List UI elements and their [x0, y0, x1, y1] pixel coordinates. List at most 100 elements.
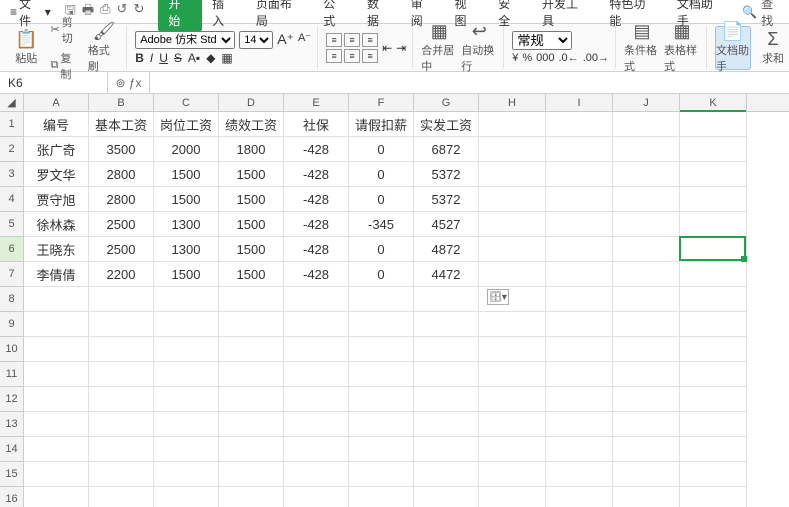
- italic-button[interactable]: I: [150, 51, 153, 65]
- row-header-16[interactable]: 16: [0, 487, 23, 507]
- cell[interactable]: 1500: [154, 187, 219, 212]
- cell[interactable]: [219, 487, 284, 507]
- cond-format-button[interactable]: ▤ 条件格式: [624, 26, 660, 70]
- cell[interactable]: [24, 362, 89, 387]
- cell[interactable]: 徐林森: [24, 212, 89, 237]
- comma-icon[interactable]: 000: [536, 52, 554, 64]
- cell[interactable]: [414, 462, 479, 487]
- cell[interactable]: [284, 412, 349, 437]
- row-header-5[interactable]: 5: [0, 212, 23, 237]
- cell[interactable]: [349, 412, 414, 437]
- number-format-select[interactable]: 常规: [512, 31, 572, 50]
- cell[interactable]: [414, 387, 479, 412]
- cell[interactable]: [154, 387, 219, 412]
- cell[interactable]: [349, 337, 414, 362]
- percent-icon[interactable]: %: [522, 52, 532, 64]
- cell[interactable]: 1500: [219, 187, 284, 212]
- cell[interactable]: -345: [349, 212, 414, 237]
- cell[interactable]: [680, 337, 747, 362]
- row-header-9[interactable]: 9: [0, 312, 23, 337]
- cell[interactable]: -428: [284, 212, 349, 237]
- cell[interactable]: [219, 362, 284, 387]
- cell[interactable]: 2800: [89, 162, 154, 187]
- col-header-D[interactable]: D: [219, 94, 284, 111]
- cell[interactable]: [154, 287, 219, 312]
- cell[interactable]: 2500: [89, 237, 154, 262]
- increase-font-icon[interactable]: A⁺: [277, 31, 294, 49]
- cell[interactable]: [613, 387, 680, 412]
- cell[interactable]: [546, 237, 613, 262]
- cell[interactable]: [680, 312, 747, 337]
- col-header-E[interactable]: E: [284, 94, 349, 111]
- cell[interactable]: [284, 387, 349, 412]
- cell[interactable]: 4472: [414, 262, 479, 287]
- font-name-select[interactable]: Adobe 仿宋 Std R: [135, 31, 235, 49]
- grid[interactable]: ABCDEFGHIJK 编号基本工资岗位工资绩效工资社保请假扣薪实发工资张广奇3…: [24, 94, 789, 507]
- cell[interactable]: [479, 362, 546, 387]
- col-header-H[interactable]: H: [479, 94, 546, 111]
- align-bottom-right[interactable]: ≡: [362, 49, 378, 63]
- cell[interactable]: [613, 162, 680, 187]
- cell[interactable]: [154, 312, 219, 337]
- cell[interactable]: [680, 412, 747, 437]
- cell[interactable]: [546, 212, 613, 237]
- cell[interactable]: [479, 112, 546, 137]
- paste-button[interactable]: 📋 粘贴: [10, 26, 43, 70]
- cell[interactable]: [546, 437, 613, 462]
- cell[interactable]: 岗位工资: [154, 112, 219, 137]
- cell[interactable]: [613, 212, 680, 237]
- row-header-3[interactable]: 3: [0, 162, 23, 187]
- cell[interactable]: 1500: [219, 237, 284, 262]
- cell[interactable]: [89, 287, 154, 312]
- preview-icon[interactable]: ⎙: [100, 1, 110, 23]
- cell[interactable]: 1500: [154, 162, 219, 187]
- cell[interactable]: [414, 287, 479, 312]
- cell[interactable]: 0: [349, 137, 414, 162]
- cell[interactable]: [154, 437, 219, 462]
- cell[interactable]: [680, 212, 747, 237]
- select-all-corner[interactable]: ◢: [0, 94, 23, 112]
- cell[interactable]: [546, 387, 613, 412]
- cell[interactable]: [479, 462, 546, 487]
- cell[interactable]: [546, 287, 613, 312]
- cell[interactable]: 0: [349, 187, 414, 212]
- cell[interactable]: [546, 187, 613, 212]
- cell[interactable]: 5372: [414, 187, 479, 212]
- cell[interactable]: [284, 437, 349, 462]
- cell[interactable]: [89, 387, 154, 412]
- cell[interactable]: [613, 287, 680, 312]
- cell[interactable]: [219, 462, 284, 487]
- cell[interactable]: [24, 287, 89, 312]
- cell[interactable]: 0: [349, 162, 414, 187]
- cell[interactable]: [546, 412, 613, 437]
- cell[interactable]: [89, 337, 154, 362]
- cell[interactable]: [89, 412, 154, 437]
- row-header-13[interactable]: 13: [0, 412, 23, 437]
- cell[interactable]: [479, 212, 546, 237]
- cell[interactable]: 4527: [414, 212, 479, 237]
- cell[interactable]: [89, 462, 154, 487]
- cell[interactable]: [284, 312, 349, 337]
- cell[interactable]: [349, 487, 414, 507]
- cell[interactable]: -428: [284, 137, 349, 162]
- font-color-icon[interactable]: A▪: [188, 51, 200, 65]
- row-header-11[interactable]: 11: [0, 362, 23, 387]
- cell[interactable]: [89, 487, 154, 507]
- cell[interactable]: 0: [349, 262, 414, 287]
- cell[interactable]: [479, 262, 546, 287]
- cell[interactable]: [613, 237, 680, 262]
- cell[interactable]: [89, 362, 154, 387]
- cell[interactable]: 2800: [89, 187, 154, 212]
- cell[interactable]: [479, 387, 546, 412]
- border-icon[interactable]: ▦: [221, 51, 232, 65]
- cell[interactable]: [680, 112, 747, 137]
- row-header-7[interactable]: 7: [0, 262, 23, 287]
- cell[interactable]: 1500: [154, 262, 219, 287]
- formula-input[interactable]: [156, 76, 783, 90]
- col-header-I[interactable]: I: [546, 94, 613, 111]
- row-header-6[interactable]: 6: [0, 237, 23, 262]
- cell[interactable]: [680, 437, 747, 462]
- cell[interactable]: 基本工资: [89, 112, 154, 137]
- cell[interactable]: [24, 487, 89, 507]
- cell[interactable]: [24, 412, 89, 437]
